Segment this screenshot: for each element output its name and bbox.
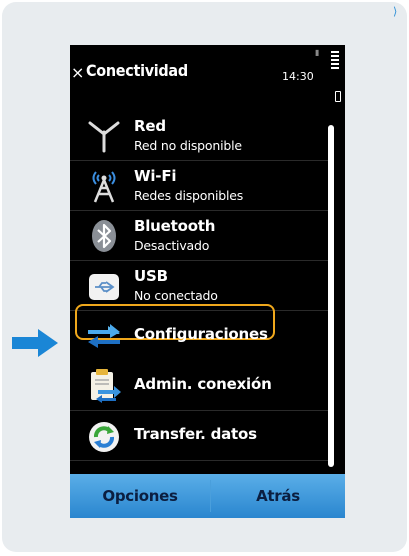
scrollbar-thumb[interactable] [328,125,334,467]
item-title: USB [134,267,168,285]
status-indicator-icon: ▮ [315,48,320,57]
item-subtitle: Redes disponibles [134,188,244,203]
options-softkey[interactable]: Opciones [70,474,210,518]
title-bar: × Conectividad 14:30 ▮ [70,45,345,109]
usb-icon [89,274,119,300]
back-softkey[interactable]: Atrás [211,474,345,518]
item-subtitle: Red no disponible [134,138,242,153]
list-item-red[interactable]: Red Red no disponible [70,111,328,161]
wifi-tower-icon [92,171,116,203]
clock: 14:30 [282,70,314,83]
item-title: Admin. conexión [134,375,272,393]
scrollbar[interactable] [328,121,334,471]
item-subtitle: Desactivado [134,238,210,253]
corner-mark-icon: ⟩ [393,5,398,18]
antenna-icon [88,121,120,153]
connectivity-list: Red Red no disponible Wi-Fi Redes dispon… [70,111,328,461]
item-title: Wi-Fi [134,167,177,185]
data-transfer-icon [89,422,119,452]
settings-arrows-icon [88,324,120,348]
item-title: Bluetooth [134,217,216,235]
battery-icon [335,91,341,102]
list-item-admin-conexion[interactable]: Admin. conexión [70,361,328,411]
bluetooth-icon [92,220,116,252]
page-title: Conectividad [86,61,188,80]
item-subtitle: No conectado [134,288,218,303]
pointer-arrow-icon [12,329,58,357]
list-item-bluetooth[interactable]: Bluetooth Desactivado [70,211,328,261]
softkey-bar: Opciones Atrás [70,474,345,518]
signal-strength-icon [331,51,341,71]
item-title: Transfer. datos [134,425,257,443]
list-item-wifi[interactable]: Wi-Fi Redes disponibles [70,161,328,211]
list-item-configuraciones[interactable]: Configuraciones [70,304,328,361]
item-title: Red [134,117,166,135]
close-icon[interactable]: × [71,65,84,81]
item-title: Configuraciones [134,325,268,343]
phone-screen: × Conectividad 14:30 ▮ Red Red no dispon… [70,45,345,518]
connection-manager-icon [91,369,121,403]
list-item-transfer-datos[interactable]: Transfer. datos [70,411,328,461]
